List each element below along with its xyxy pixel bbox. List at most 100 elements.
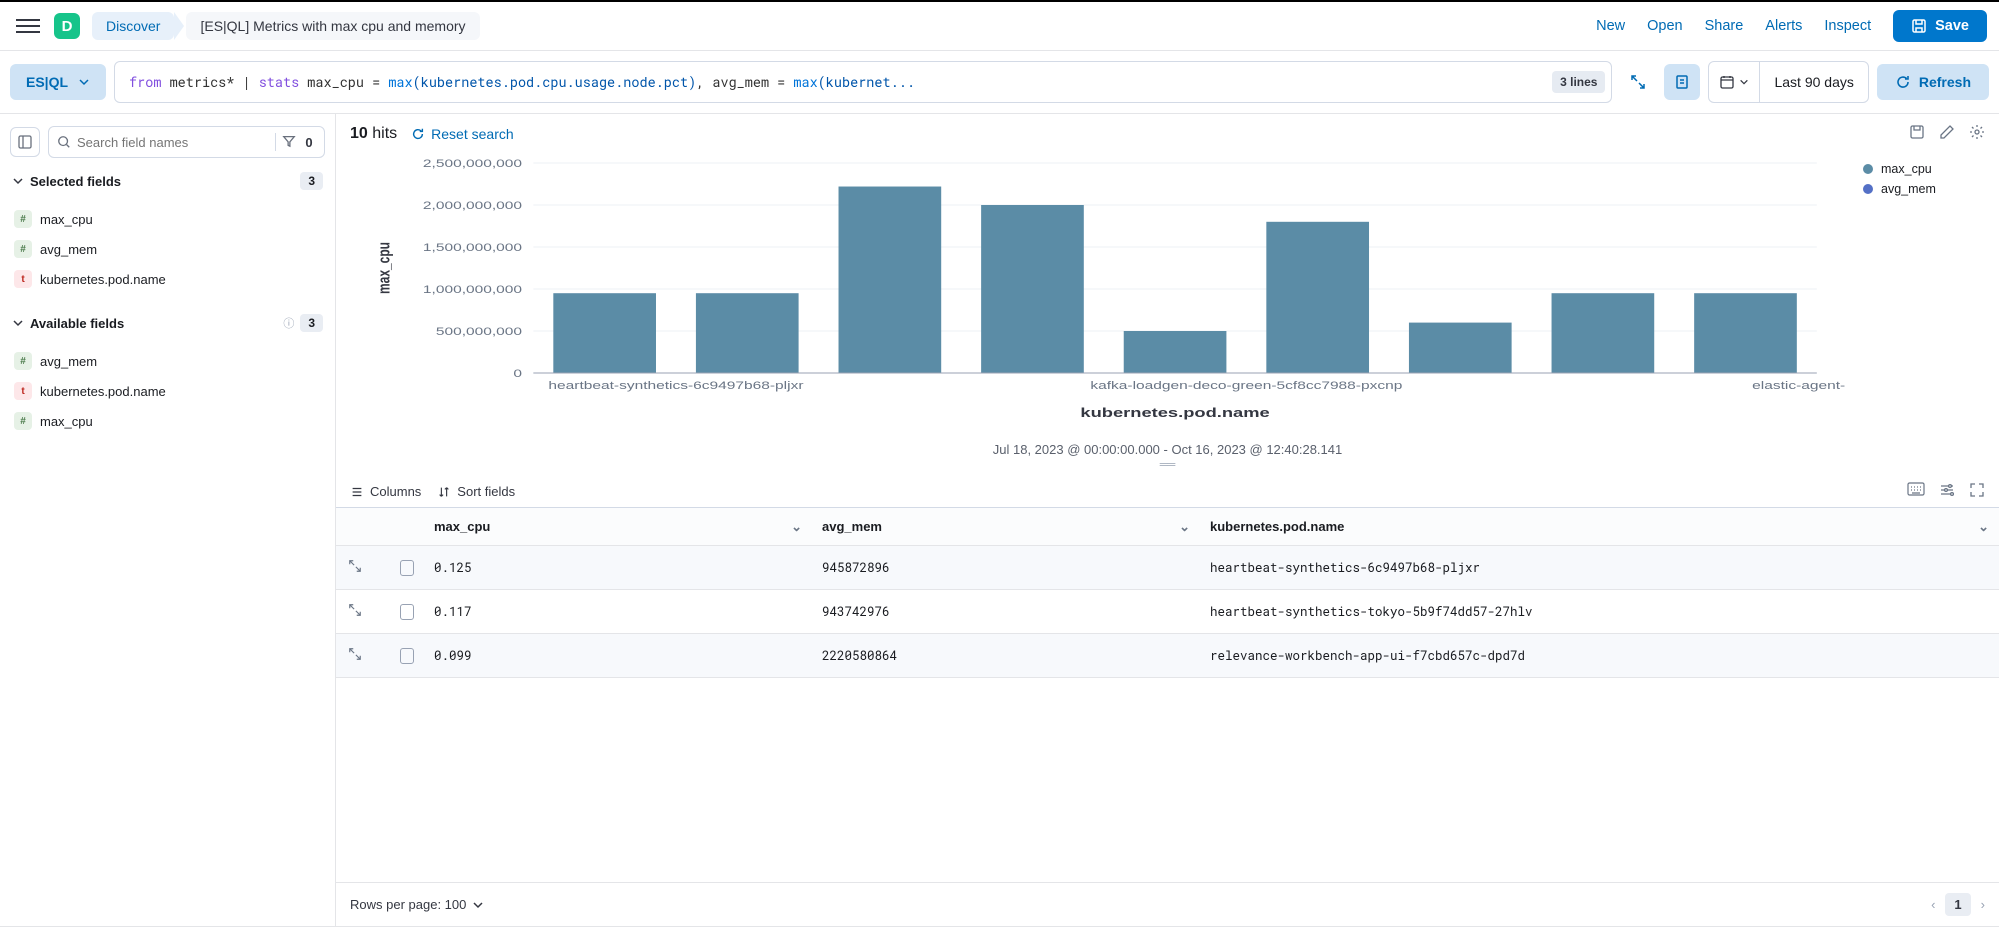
open-link[interactable]: Open — [1647, 18, 1682, 34]
field-item[interactable]: #avg_mem — [10, 346, 325, 376]
field-search[interactable]: 0 — [48, 126, 325, 158]
field-name-label: max_cpu — [40, 414, 93, 429]
sort-fields-button[interactable]: Sort fields — [437, 484, 515, 499]
fullscreen-icon[interactable] — [1969, 482, 1985, 501]
field-item[interactable]: # max_cpu — [10, 204, 325, 234]
breadcrumb-title: [ES|QL] Metrics with max cpu and memory — [186, 12, 479, 40]
svg-text:1,500,000,000: 1,500,000,000 — [423, 241, 522, 253]
selected-fields-count: 3 — [300, 172, 323, 190]
share-link[interactable]: Share — [1705, 18, 1744, 34]
rows-per-page[interactable]: Rows per page: 100 — [350, 897, 484, 912]
current-page[interactable]: 1 — [1945, 893, 1970, 916]
settings-icon[interactable] — [1969, 124, 1985, 143]
sort-label: Sort fields — [457, 484, 515, 499]
svg-text:max_cpu: max_cpu — [376, 242, 394, 294]
number-type-icon: # — [14, 240, 32, 258]
field-item[interactable]: tkubernetes.pod.name — [10, 376, 325, 406]
display-options-icon[interactable] — [1939, 482, 1955, 501]
available-fields-header[interactable]: Available fields ⓘ 3 — [10, 310, 325, 336]
selected-fields-label: Selected fields — [30, 174, 294, 189]
row-checkbox[interactable] — [400, 560, 414, 576]
query-input[interactable]: from metrics* | stats max_cpu = max(kube… — [114, 61, 1612, 103]
cell-avgmem: 945872896 — [812, 560, 1200, 576]
breadcrumb-separator — [174, 12, 184, 40]
reset-search-label: Reset search — [431, 126, 513, 142]
cell-avgmem: 943742976 — [812, 604, 1200, 620]
svg-text:kafka-loadgen-deco-green-5cf8c: kafka-loadgen-deco-green-5cf8cc7988-pxcn… — [1090, 379, 1402, 391]
hit-count: 10 hits — [350, 125, 397, 143]
field-item[interactable]: #max_cpu — [10, 406, 325, 436]
sidebar-toggle[interactable] — [10, 127, 40, 157]
cell-maxcpu: 0.117 — [424, 604, 812, 620]
text-type-icon: t — [14, 382, 32, 400]
field-item[interactable]: t kubernetes.pod.name — [10, 264, 325, 294]
help-icon[interactable]: ⓘ — [283, 315, 294, 331]
svg-text:2,000,000,000: 2,000,000,000 — [423, 199, 522, 211]
chart-legend: max_cpu avg_mem — [1845, 153, 1985, 436]
row-checkbox[interactable] — [400, 648, 414, 664]
date-range-label: Last 90 days — [1760, 74, 1867, 90]
legend-label-avgmem: avg_mem — [1881, 182, 1936, 196]
chevron-down-icon[interactable]: ⌄ — [791, 519, 802, 535]
resize-handle[interactable]: ══ — [336, 461, 1999, 475]
column-header-podname[interactable]: kubernetes.pod.name⌄ — [1200, 519, 1999, 535]
table-row: 0.125945872896heartbeat-synthetics-6c949… — [336, 546, 1999, 590]
language-selector[interactable]: ES|QL — [10, 64, 106, 100]
inspect-link[interactable]: Inspect — [1824, 18, 1871, 34]
refresh-button[interactable]: Refresh — [1877, 64, 1989, 100]
expand-query-button[interactable] — [1620, 64, 1656, 100]
docs-button[interactable] — [1664, 64, 1700, 100]
query-text: from metrics* | stats max_cpu = max(kube… — [129, 73, 1552, 91]
edit-chart-icon[interactable] — [1939, 124, 1955, 143]
refresh-icon — [411, 127, 425, 141]
alerts-link[interactable]: Alerts — [1765, 18, 1802, 34]
svg-text:2,500,000,000: 2,500,000,000 — [423, 157, 522, 169]
legend-label-maxcpu: max_cpu — [1881, 162, 1932, 176]
results-table: max_cpu⌄ avg_mem⌄ kubernetes.pod.name⌄ 0… — [336, 507, 1999, 882]
cell-podname: heartbeat-synthetics-tokyo-5b9f74dd57-27… — [1200, 604, 1999, 620]
field-name-label: avg_mem — [40, 354, 97, 369]
bar-chart: 0500,000,0001,000,000,0001,500,000,0002,… — [350, 153, 1845, 433]
next-page[interactable]: › — [1981, 897, 1985, 912]
prev-page[interactable]: ‹ — [1931, 897, 1935, 912]
expand-row-icon[interactable] — [348, 647, 362, 664]
chevron-down-icon — [78, 76, 90, 88]
cell-maxcpu: 0.099 — [424, 648, 812, 664]
column-header-avgmem[interactable]: avg_mem⌄ — [812, 519, 1200, 535]
expand-row-icon[interactable] — [348, 603, 362, 620]
reset-search[interactable]: Reset search — [411, 126, 513, 142]
row-checkbox[interactable] — [400, 604, 414, 620]
date-picker[interactable]: Last 90 days — [1708, 61, 1868, 103]
cell-podname: relevance-workbench-app-ui-f7cbd657c-dpd… — [1200, 648, 1999, 664]
keyboard-icon[interactable] — [1907, 482, 1925, 501]
calendar-icon[interactable] — [1709, 62, 1760, 102]
menu-icon[interactable] — [16, 14, 40, 38]
field-name-label: kubernetes.pod.name — [40, 272, 166, 287]
save-button[interactable]: Save — [1893, 10, 1987, 42]
text-type-icon: t — [14, 270, 32, 288]
column-header-maxcpu[interactable]: max_cpu⌄ — [424, 519, 812, 535]
new-link[interactable]: New — [1596, 18, 1625, 34]
lines-badge: 3 lines — [1552, 71, 1605, 93]
field-name-label: max_cpu — [40, 212, 93, 227]
field-search-input[interactable] — [77, 135, 269, 150]
refresh-label: Refresh — [1919, 74, 1971, 90]
columns-button[interactable]: Columns — [350, 484, 421, 499]
filter-icon[interactable] — [282, 134, 296, 151]
expand-row-icon[interactable] — [348, 559, 362, 576]
app-badge[interactable]: D — [54, 13, 80, 39]
chevron-down-icon[interactable]: ⌄ — [1179, 519, 1190, 535]
cell-podname: heartbeat-synthetics-6c9497b68-pljxr — [1200, 560, 1999, 576]
table-row: 0.117943742976heartbeat-synthetics-tokyo… — [336, 590, 1999, 634]
legend-dot-maxcpu — [1863, 164, 1873, 174]
selected-fields-header[interactable]: Selected fields 3 — [10, 168, 325, 194]
available-fields-count: 3 — [300, 314, 323, 332]
svg-text:elastic-agent-7tkck: elastic-agent-7tkck — [1752, 379, 1845, 391]
number-type-icon: # — [14, 210, 32, 228]
breadcrumb-discover[interactable]: Discover — [92, 12, 174, 40]
field-item[interactable]: #avg_mem — [10, 234, 325, 264]
chevron-down-icon[interactable]: ⌄ — [1978, 519, 1989, 535]
save-icon — [1911, 18, 1927, 34]
save-chart-icon[interactable] — [1909, 124, 1925, 143]
filter-count: 0 — [302, 135, 316, 150]
